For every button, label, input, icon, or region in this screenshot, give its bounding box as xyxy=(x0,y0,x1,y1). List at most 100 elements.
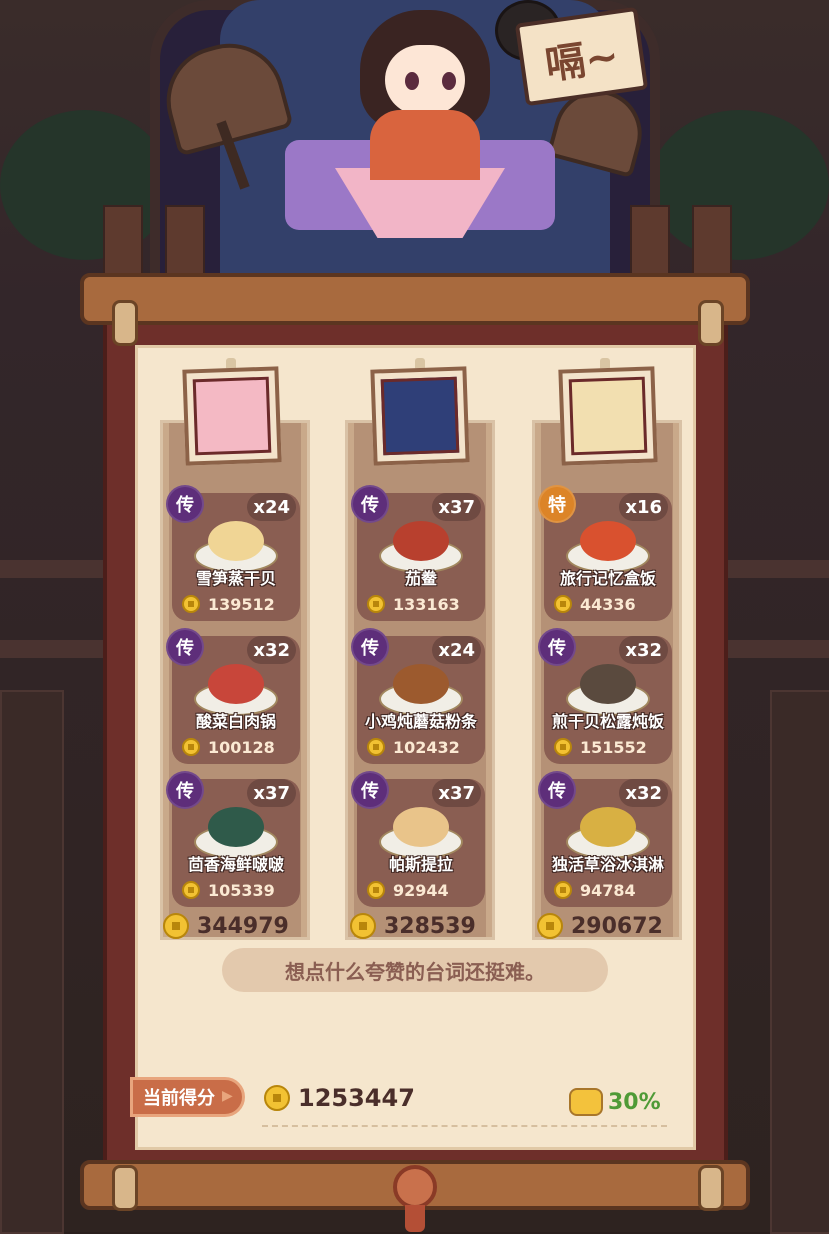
coin-icon xyxy=(182,738,200,756)
food xyxy=(393,664,449,704)
dish-score-value: 94784 xyxy=(580,880,636,900)
plant-left xyxy=(0,110,170,260)
dish-score-value: 151552 xyxy=(580,737,647,757)
scroll-knob xyxy=(698,300,724,346)
dashed-divider xyxy=(262,1125,667,1127)
total-score-value: 1253447 xyxy=(298,1084,415,1112)
plant-right xyxy=(650,110,829,260)
food xyxy=(580,521,636,561)
dish-score: 102432 xyxy=(367,734,460,760)
coin-icon xyxy=(264,1085,290,1111)
quantity-badge: x37 xyxy=(432,779,481,807)
dish-score-value: 100128 xyxy=(208,737,275,757)
dish-score-value: 92944 xyxy=(393,880,449,900)
coin-icon xyxy=(163,913,189,939)
column-total-1: 344979 xyxy=(163,910,289,942)
coin-icon xyxy=(367,738,385,756)
dish-score: 94784 xyxy=(554,877,636,903)
background-screen-right xyxy=(770,690,829,1234)
dish-name: 茴香海鲜啵啵 xyxy=(187,855,284,874)
rarity-badge: 传 xyxy=(166,485,204,523)
scroll-knob xyxy=(112,1165,138,1211)
arrow-right-icon: ▶ xyxy=(222,1088,233,1104)
dish-score: 139512 xyxy=(182,591,275,617)
scroll-tassel xyxy=(385,1155,445,1232)
quantity-badge: x24 xyxy=(432,636,481,664)
column-total-value: 344979 xyxy=(197,913,289,939)
quantity-badge: x24 xyxy=(247,493,296,521)
portrait-image xyxy=(192,376,272,456)
dish-name: 雪笋蒸干贝 xyxy=(195,569,276,588)
scroll-knob xyxy=(112,300,138,346)
character-eye xyxy=(405,72,419,90)
dish-score-value: 105339 xyxy=(208,880,275,900)
dish-name: 小鸡炖蘑菇粉条 xyxy=(364,712,477,731)
dish-score: 100128 xyxy=(182,734,275,760)
food xyxy=(208,807,264,847)
dish-score-value: 139512 xyxy=(208,594,275,614)
dish-score: 133163 xyxy=(367,591,460,617)
chef-portrait-1[interactable] xyxy=(182,366,282,466)
scroll-knob xyxy=(698,1165,724,1211)
quantity-badge: x37 xyxy=(432,493,481,521)
coin-icon xyxy=(554,881,572,899)
rarity-badge: 传 xyxy=(351,771,389,809)
dish-card[interactable]: 传 x32 独活草浴冰淇淋 94784 xyxy=(538,771,672,909)
speech-sign: 嗝~ xyxy=(514,6,649,107)
chef-portrait-3[interactable] xyxy=(558,366,658,466)
rarity-badge: 传 xyxy=(351,628,389,666)
quantity-badge: x32 xyxy=(247,636,296,664)
portrait-image xyxy=(380,376,460,456)
dish-score: 44336 xyxy=(554,591,636,617)
food xyxy=(208,521,264,561)
dialogue-quote: 想点什么夸赞的台词还挺难。 xyxy=(222,948,608,992)
score-label-text: 当前得分 xyxy=(143,1088,215,1109)
coin-icon xyxy=(537,913,563,939)
coin-icon xyxy=(367,881,385,899)
rarity-badge: 传 xyxy=(166,628,204,666)
rarity-badge: 特 xyxy=(538,485,576,523)
food xyxy=(580,664,636,704)
column-total-value: 328539 xyxy=(384,913,476,939)
dialogue-text: 想点什么夸赞的台词还挺难。 xyxy=(285,959,545,984)
rarity-badge: 传 xyxy=(166,771,204,809)
rarity-badge: 传 xyxy=(538,771,576,809)
coin-icon xyxy=(350,913,376,939)
dish-name: 帕斯提拉 xyxy=(388,855,453,874)
column-total-2: 328539 xyxy=(350,910,476,942)
dish-card[interactable]: 传 x37 帕斯提拉 92944 xyxy=(351,771,485,909)
dish-card[interactable]: 特 x16 旅行记忆盒饭 44336 xyxy=(538,485,672,623)
dish-card[interactable]: 传 x32 酸菜白肉锅 100128 xyxy=(166,628,300,766)
quantity-badge: x32 xyxy=(619,636,668,664)
quantity-badge: x16 xyxy=(619,493,668,521)
dish-card[interactable]: 传 x37 茴香海鲜啵啵 105339 xyxy=(166,771,300,909)
tassel-knot xyxy=(393,1165,437,1209)
bonus-coin-pot-icon xyxy=(569,1088,603,1116)
column-total-3: 290672 xyxy=(537,910,663,942)
tassel-tail xyxy=(405,1205,425,1232)
dish-name: 旅行记忆盒饭 xyxy=(559,569,656,588)
chef-portrait-2[interactable] xyxy=(370,366,470,466)
coin-icon xyxy=(367,595,385,613)
dish-card[interactable]: 传 x32 煎干贝松露炖饭 151552 xyxy=(538,628,672,766)
dish-card[interactable]: 传 x37 茄鲞 133163 xyxy=(351,485,485,623)
speech-sign-text: 嗝~ xyxy=(542,32,622,89)
dish-score: 151552 xyxy=(554,734,647,760)
coin-icon xyxy=(182,595,200,613)
bonus-percent: 30% xyxy=(608,1090,661,1115)
total-score: 1253447 xyxy=(264,1084,415,1112)
dish-card[interactable]: 传 x24 雪笋蒸干贝 139512 xyxy=(166,485,300,623)
background-screen-left xyxy=(0,690,64,1234)
dish-score-value: 44336 xyxy=(580,594,636,614)
food xyxy=(393,521,449,561)
scroll-rod-top xyxy=(80,273,750,325)
dish-score-value: 133163 xyxy=(393,594,460,614)
dish-name: 煎干贝松露炖饭 xyxy=(551,712,664,731)
dish-score: 92944 xyxy=(367,877,449,903)
rarity-badge: 传 xyxy=(351,485,389,523)
quantity-badge: x37 xyxy=(247,779,296,807)
dish-score: 105339 xyxy=(182,877,275,903)
quantity-badge: x32 xyxy=(619,779,668,807)
portrait-image xyxy=(568,376,648,456)
dish-card[interactable]: 传 x24 小鸡炖蘑菇粉条 102432 xyxy=(351,628,485,766)
